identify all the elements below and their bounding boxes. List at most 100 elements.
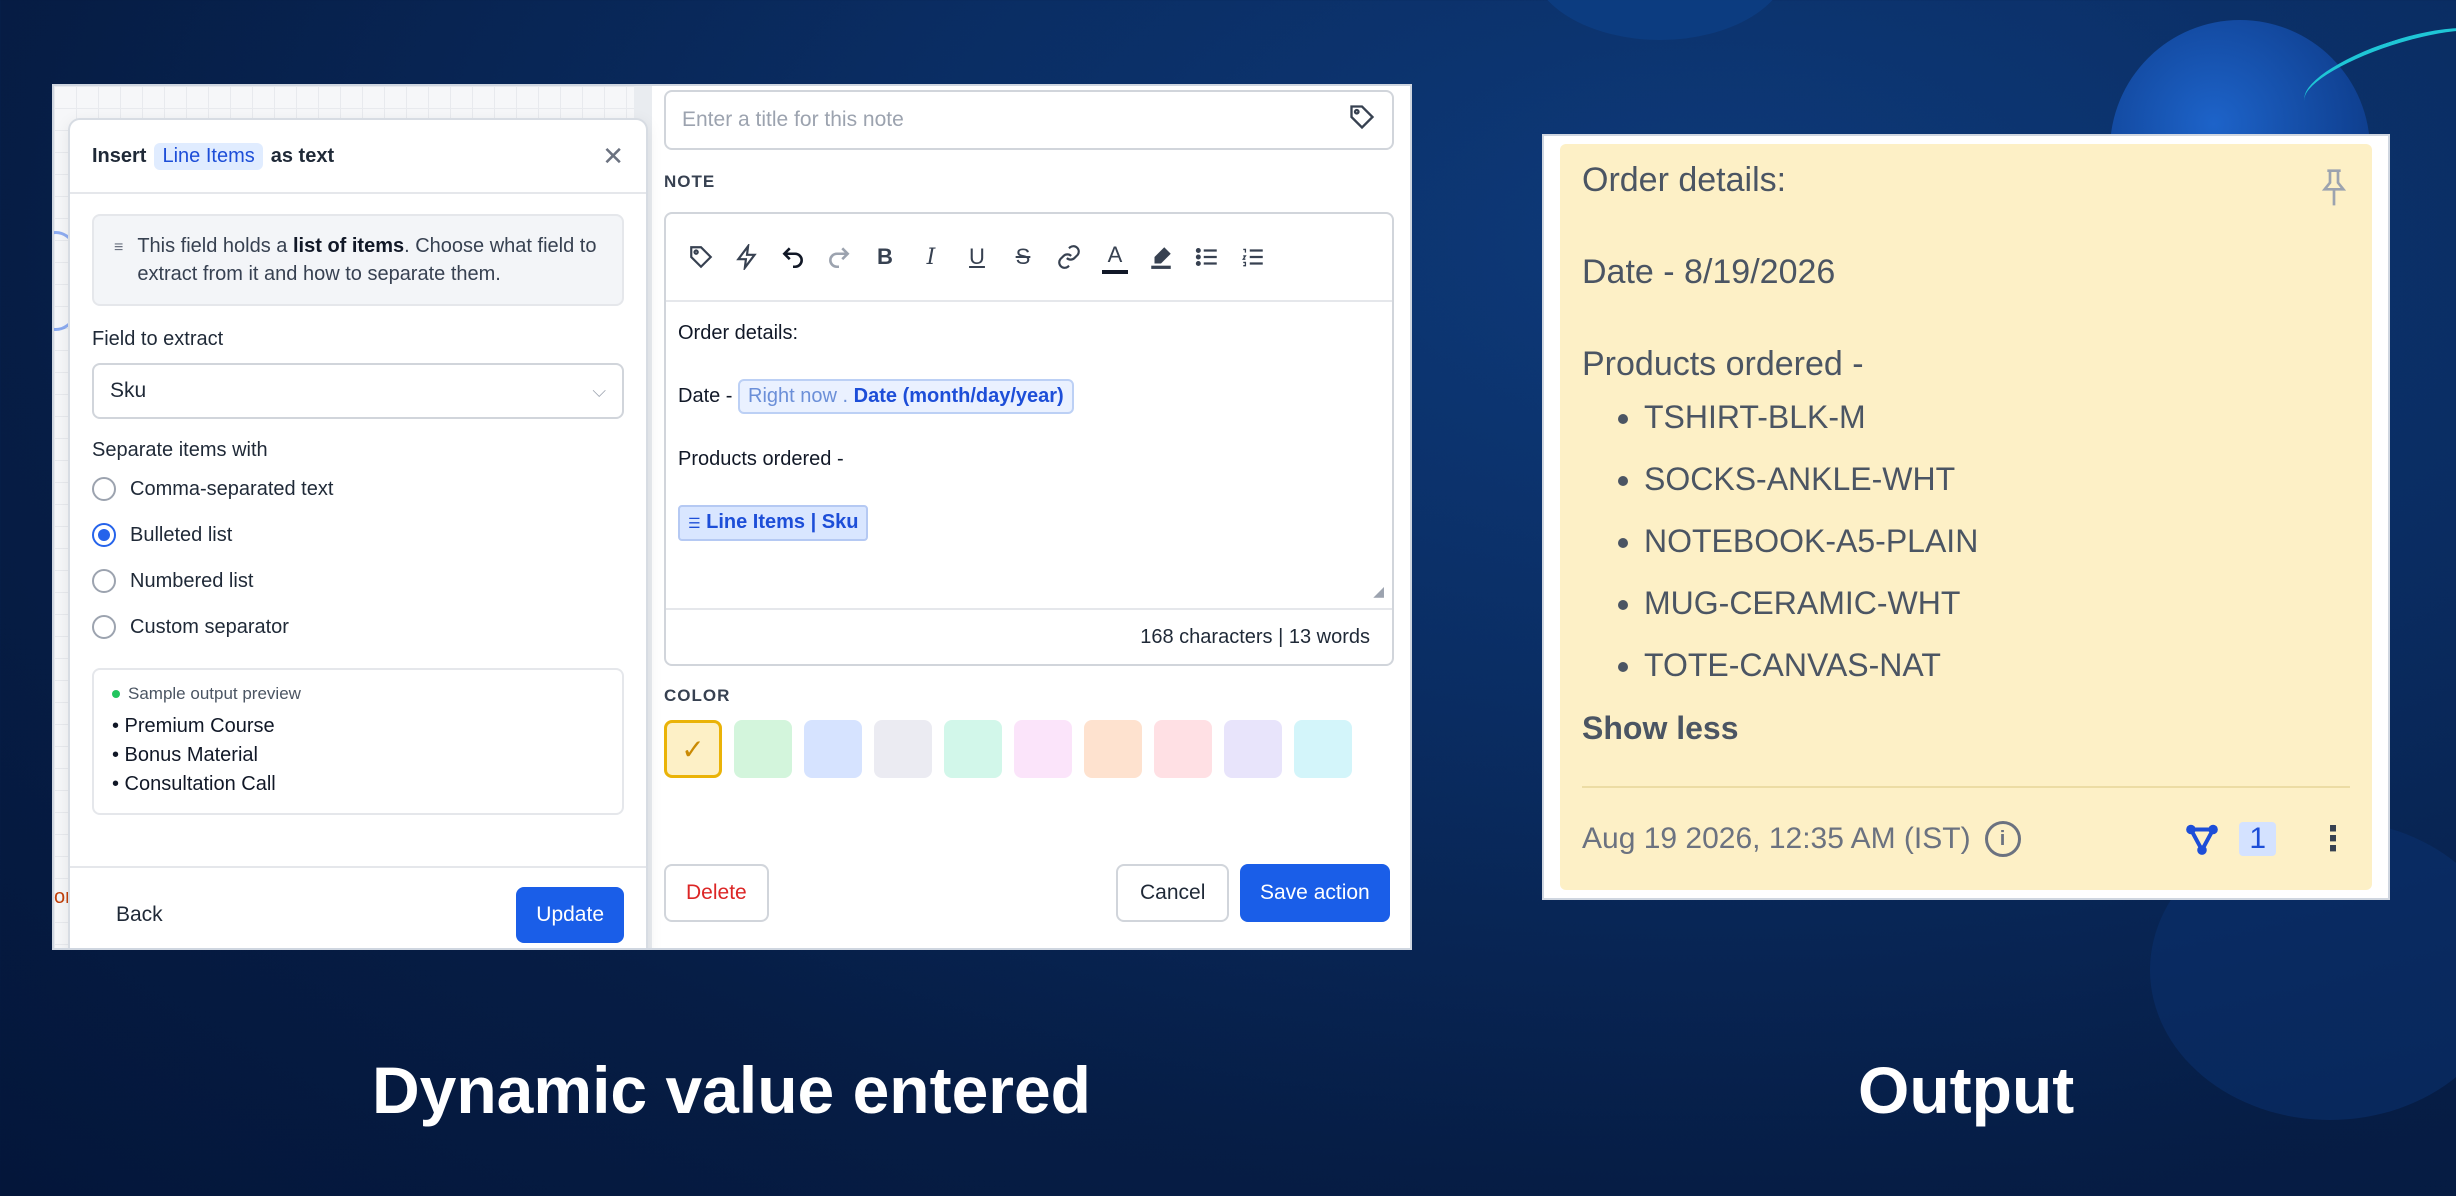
caption-right: Output xyxy=(1858,1053,2075,1127)
tag-icon[interactable] xyxy=(680,236,722,278)
field-select[interactable]: Sku ⌵ xyxy=(92,363,624,419)
save-action-button[interactable]: Save action xyxy=(1240,864,1390,922)
note-line: Products ordered - xyxy=(1582,345,1864,383)
color-swatch[interactable] xyxy=(1224,720,1282,778)
option-label: Numbered list xyxy=(130,569,254,592)
color-label: COLOR xyxy=(664,686,731,705)
italic-icon[interactable]: I xyxy=(910,236,952,278)
preview-item: • Consultation Call xyxy=(112,773,276,795)
content-line: Products ordered - xyxy=(678,448,844,470)
color-swatch[interactable] xyxy=(874,720,932,778)
char-counter: 168 characters | 13 words xyxy=(666,608,1392,664)
color-swatch[interactable] xyxy=(944,720,1002,778)
note-title-input[interactable]: Enter a title for this note xyxy=(664,90,1394,150)
note-list-item: SOCKS-ANKLE-WHT xyxy=(1644,448,2350,510)
update-button[interactable]: Update xyxy=(516,887,624,943)
color-swatch[interactable]: ✓ xyxy=(664,720,722,778)
dynamic-value-chip[interactable]: Right now . Date (month/day/year) xyxy=(738,379,1074,414)
info-list-icon: ≡ xyxy=(114,239,124,256)
lightning-icon[interactable] xyxy=(726,236,768,278)
popup-title-prefix: Insert xyxy=(92,144,147,167)
decorative-planet xyxy=(1530,0,1790,40)
undo-icon[interactable] xyxy=(772,236,814,278)
delete-button[interactable]: Delete xyxy=(664,864,769,922)
color-swatch[interactable] xyxy=(1014,720,1072,778)
color-swatch[interactable] xyxy=(1154,720,1212,778)
separator-option[interactable]: Comma-separated text xyxy=(92,466,624,512)
separator-option[interactable]: Bulleted list xyxy=(92,512,624,558)
bold-icon[interactable]: B xyxy=(864,236,906,278)
caption-left: Dynamic value entered xyxy=(372,1053,1091,1127)
editor-screenshot: or Insert Line Items as text ✕ ≡ This fi… xyxy=(52,84,1412,950)
color-swatch[interactable] xyxy=(734,720,792,778)
popup-title-suffix: as text xyxy=(270,144,335,167)
preview-items: • Premium Course • Bonus Material • Consul… xyxy=(112,712,604,799)
radio-button[interactable] xyxy=(92,569,116,593)
info-text: This field holds a list of items. Choose… xyxy=(137,235,597,285)
cancel-button[interactable]: Cancel xyxy=(1116,864,1230,922)
note-list-item: TOTE-CANVAS-NAT xyxy=(1644,634,2350,696)
info-box: ≡ This field holds a list of items. Choo… xyxy=(92,214,624,306)
note-card: Order details: Date - 8/19/2026 Products… xyxy=(1560,144,2372,890)
underline-icon[interactable]: U xyxy=(956,236,998,278)
workflow-indicator[interactable]: 1 xyxy=(2183,820,2276,858)
preview-title: Sample output preview xyxy=(112,684,604,704)
separator-options: Comma-separated text Bulleted list Numbere… xyxy=(70,466,646,650)
note-list-item: TSHIRT-BLK-M xyxy=(1644,386,2350,448)
link-icon[interactable] xyxy=(1048,236,1090,278)
note-timestamp: Aug 19 2026, 12:35 AM (IST) xyxy=(1582,822,1971,855)
more-options-icon[interactable]: ⋮ xyxy=(2316,819,2350,859)
text-color-icon[interactable]: A xyxy=(1102,240,1128,274)
strikethrough-icon[interactable]: S xyxy=(1002,236,1044,278)
separator-option[interactable]: Numbered list xyxy=(92,558,624,604)
preview-item: • Premium Course xyxy=(112,715,275,737)
output-preview: Sample output preview • Premium Course • … xyxy=(92,668,624,815)
redo-icon[interactable] xyxy=(818,236,860,278)
bullet-list-icon[interactable] xyxy=(1186,236,1228,278)
option-label: Comma-separated text xyxy=(130,477,334,500)
workflow-count-badge: 1 xyxy=(2239,822,2276,856)
note-footer: Aug 19 2026, 12:35 AM (IST) i 1 ⋮ xyxy=(1582,786,2350,890)
numbered-list-icon[interactable] xyxy=(1232,236,1274,278)
note-items-list: TSHIRT-BLK-MSOCKS-ANKLE-WHTNOTEBOOK-A5-P… xyxy=(1644,386,2350,696)
content-line: ☰ Line Items | Sku xyxy=(678,505,1380,541)
separator-option[interactable]: Custom separator xyxy=(92,604,624,650)
popup-header: Insert Line Items as text ✕ xyxy=(70,120,646,194)
highlight-icon[interactable] xyxy=(1140,236,1182,278)
info-icon[interactable]: i xyxy=(1984,821,2021,857)
content-line: Order details: xyxy=(678,322,799,344)
title-placeholder: Enter a title for this note xyxy=(682,108,904,131)
tag-icon[interactable] xyxy=(1348,103,1376,137)
color-swatch[interactable] xyxy=(1294,720,1352,778)
chevron-down-icon: ⌵ xyxy=(592,380,606,401)
back-button[interactable]: Back xyxy=(92,903,187,927)
radio-button[interactable] xyxy=(92,477,116,501)
field-label: Field to extract xyxy=(92,328,224,350)
field-select-value: Sku xyxy=(110,379,147,402)
note-list-item: NOTEBOOK-A5-PLAIN xyxy=(1644,510,2350,572)
note-line: Date - 8/19/2026 xyxy=(1582,253,1836,291)
preview-item: • Bonus Material xyxy=(112,744,258,766)
editor-toolbar: B I U S A xyxy=(666,214,1392,302)
check-icon: ✓ xyxy=(681,733,705,765)
popup-title-chip: Line Items xyxy=(154,142,263,170)
close-icon[interactable]: ✕ xyxy=(602,141,624,172)
color-swatch[interactable] xyxy=(804,720,862,778)
radio-button[interactable] xyxy=(92,615,116,639)
show-less-link[interactable]: Show less xyxy=(1582,710,2350,747)
separate-label: Separate items with xyxy=(92,439,268,461)
radio-button[interactable] xyxy=(92,523,116,547)
note-editor[interactable]: B I U S A Order details: Date - Right no… xyxy=(664,212,1394,666)
resize-handle-icon[interactable]: ◢ xyxy=(1373,583,1384,600)
note-list-item: MUG-CERAMIC-WHT xyxy=(1644,572,2350,634)
status-dot-icon xyxy=(112,690,120,698)
pin-icon[interactable] xyxy=(2318,168,2350,213)
option-label: Bulleted list xyxy=(130,523,233,546)
list-value-chip[interactable]: ☰ Line Items | Sku xyxy=(678,505,869,541)
color-swatch[interactable] xyxy=(1084,720,1142,778)
editor-content[interactable]: Order details: Date - Right now . Date (… xyxy=(666,302,1392,587)
color-swatches: ✓ xyxy=(664,720,1352,778)
note-label: NOTE xyxy=(664,172,716,191)
workflow-icon xyxy=(2186,824,2219,855)
option-label: Custom separator xyxy=(130,615,289,638)
